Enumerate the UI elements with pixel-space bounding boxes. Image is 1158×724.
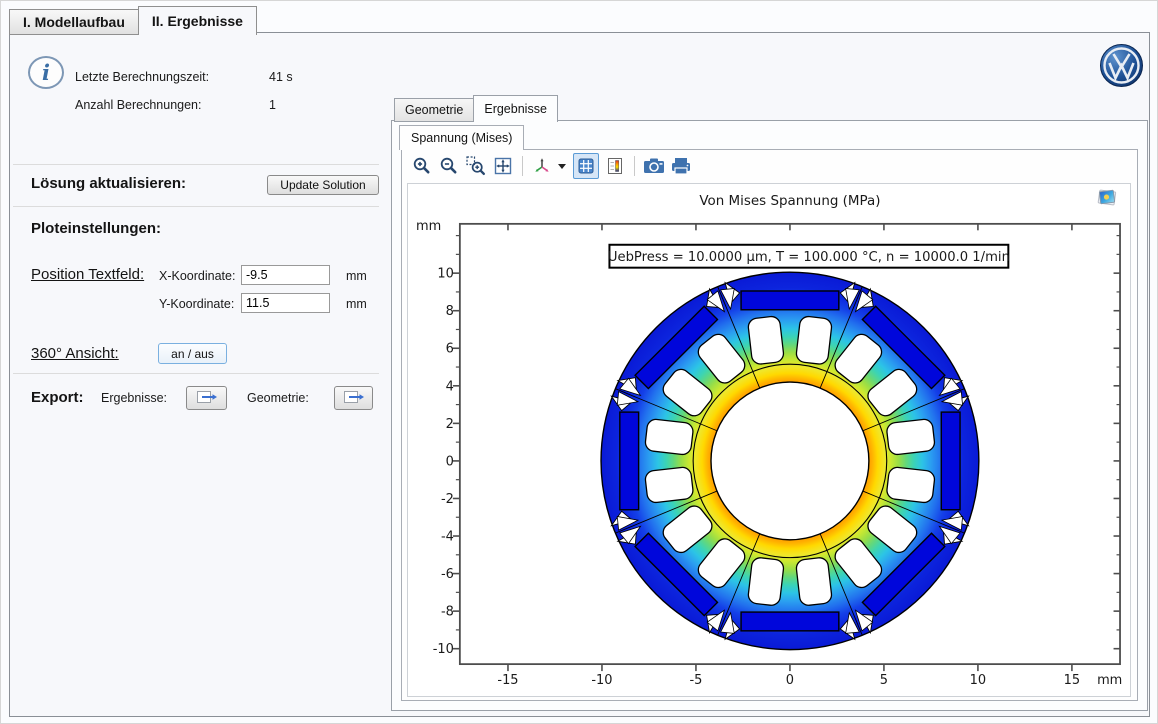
svg-text:0: 0 <box>786 673 794 688</box>
svg-text:8: 8 <box>446 304 454 319</box>
svg-text:-6: -6 <box>441 567 454 582</box>
last-computation-value: 41 s <box>269 70 293 84</box>
update-solution-heading: Lösung aktualisieren: <box>31 175 186 192</box>
text-position-label: Position Textfeld: <box>31 266 144 283</box>
svg-text:-10: -10 <box>433 642 454 657</box>
tab-modellaufbau[interactable]: I. Modellaufbau <box>9 9 139 35</box>
export-icon <box>343 389 365 408</box>
grid-icon[interactable] <box>573 153 599 179</box>
main-tab-bar: I. Modellaufbau II. Ergebnisse <box>9 6 257 35</box>
zoom-box-icon[interactable] <box>465 154 487 178</box>
svg-text:-2: -2 <box>441 492 454 507</box>
export-geometry-button[interactable] <box>334 386 373 410</box>
svg-text:Von Mises Spannung (MPa): Von Mises Spannung (MPa) <box>699 194 880 209</box>
svg-text:-5: -5 <box>689 673 702 688</box>
plot-thumbnail-icon[interactable] <box>1096 187 1118 207</box>
export-geometry-label: Geometrie: <box>247 391 309 405</box>
computation-count-label: Anzahl Berechnungen: <box>75 98 201 112</box>
computation-count-value: 1 <box>269 98 276 112</box>
svg-text:2: 2 <box>446 417 454 432</box>
svg-text:10: 10 <box>970 673 986 688</box>
x-coordinate-unit: mm <box>346 269 367 283</box>
divider <box>13 164 379 165</box>
svg-text:5: 5 <box>880 673 888 688</box>
view-360-toggle-button[interactable]: an / aus <box>158 343 227 364</box>
x-coordinate-input[interactable] <box>241 265 330 285</box>
divider <box>13 206 379 207</box>
y-coordinate-input[interactable] <box>241 293 330 313</box>
export-results-label: Ergebnisse: <box>101 391 167 405</box>
svg-text:10: 10 <box>437 267 453 282</box>
svg-text:-4: -4 <box>441 530 454 545</box>
view-360-label: 360° Ansicht: <box>31 345 119 362</box>
zoom-extents-icon[interactable] <box>492 154 514 178</box>
stress-plot[interactable]: -15 -10 -5 0 5 10 15 mm 10 8 6 4 2 0 -2 -4 -6 -8 -10 mm Von … <box>408 184 1130 696</box>
svg-text:6: 6 <box>446 342 454 357</box>
tab-spannung-mises[interactable]: Spannung (Mises) <box>399 125 524 150</box>
tab-content: i Letzte Berechnungszeit: 41 s Anzahl Be… <box>9 32 1150 717</box>
svg-text:0: 0 <box>446 454 454 469</box>
export-heading: Export: <box>31 389 84 406</box>
results-tab-bar: Geometrie Ergebnisse <box>394 95 558 122</box>
app-window: I. Modellaufbau II. Ergebnisse i Letzte … <box>0 0 1158 724</box>
toolbar-separator <box>634 156 635 176</box>
update-solution-button[interactable]: Update Solution <box>267 175 379 195</box>
zoom-out-icon[interactable] <box>438 154 460 178</box>
tab-ergebnisse-inner[interactable]: Ergebnisse <box>473 95 558 122</box>
y-coordinate-label: Y-Koordinate: <box>159 297 234 311</box>
plot-toolbar <box>411 152 692 180</box>
snapshot-icon[interactable] <box>643 154 665 178</box>
view-orientation-icon[interactable] <box>531 154 553 178</box>
graphics-area[interactable]: -15 -10 -5 0 5 10 15 mm 10 8 6 4 2 0 -2 -4 -6 -8 -10 mm Von … <box>407 183 1131 697</box>
toolbar-separator <box>522 156 523 176</box>
tab-geometrie[interactable]: Geometrie <box>394 98 474 122</box>
export-results-button[interactable] <box>186 386 227 410</box>
svg-text:-8: -8 <box>441 605 454 620</box>
svg-text:-10: -10 <box>591 673 612 688</box>
export-icon <box>196 389 218 408</box>
plot-settings-heading: Ploteinstellungen: <box>31 220 161 237</box>
svg-text:UebPress = 10.0000 μm, T = 100: UebPress = 10.0000 μm, T = 100.000 °C, n… <box>608 250 1010 265</box>
tab-ergebnisse[interactable]: II. Ergebnisse <box>138 6 257 35</box>
svg-text:mm: mm <box>416 219 441 234</box>
svg-text:mm: mm <box>1097 673 1122 688</box>
svg-text:4: 4 <box>446 379 454 394</box>
divider <box>13 373 379 374</box>
info-icon: i <box>28 56 64 89</box>
zoom-in-icon[interactable] <box>411 154 433 178</box>
print-icon[interactable] <box>670 154 692 178</box>
svg-text:-15: -15 <box>497 673 518 688</box>
view-orientation-dropdown-icon[interactable] <box>556 160 568 172</box>
last-computation-label: Letzte Berechnungszeit: <box>75 70 209 84</box>
vw-logo <box>1099 43 1144 93</box>
x-coordinate-label: X-Koordinate: <box>159 269 235 283</box>
svg-text:15: 15 <box>1064 673 1080 688</box>
y-coordinate-unit: mm <box>346 297 367 311</box>
color-legend-icon[interactable] <box>604 154 626 178</box>
